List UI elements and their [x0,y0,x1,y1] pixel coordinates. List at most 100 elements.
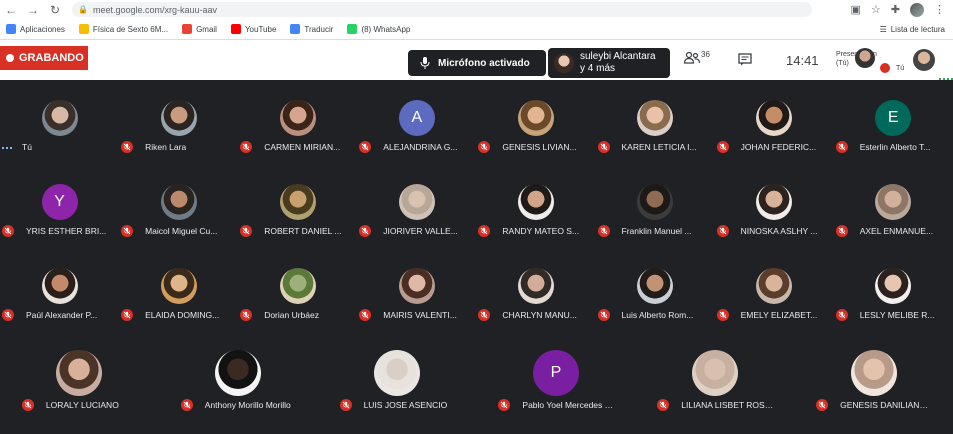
mic-off-icon [359,141,372,153]
participant-name: Luis Alberto Rom... [621,310,694,320]
participant-avatar [41,100,78,136]
participant-tile[interactable]: LILIANA LISBET ROSARIO [655,350,774,434]
address-bar[interactable]: 🔒 meet.google.com/xrg-kauu-aav [72,2,812,17]
participant-tile[interactable]: Paúl Alexander P... [0,248,119,332]
bookmark-item[interactable]: Aplicaciones [6,24,65,34]
participant-avatar [41,268,78,304]
bookmark-label: Física de Sexto 6M... [92,24,169,34]
participant-tile[interactable]: LESLY MELIBE R... [834,248,953,332]
reading-list-button[interactable]: ☰ Lista de lectura [880,25,945,34]
mic-off-icon [180,399,193,411]
participant-name: LILIANA LISBET ROSARIO [681,400,774,410]
participant-avatar [398,184,435,220]
participant-tile[interactable]: ELAIDA DOMING... [119,248,238,332]
profile-avatar[interactable] [910,2,924,17]
bookmark-item[interactable]: YouTube [230,24,276,34]
participant-avatar [160,184,197,220]
participant-tile[interactable]: ROBERT DANIEL ... [238,164,357,248]
participant-avatar [756,268,793,304]
participant-grid: Tú Riken Lara CARMEN MIRIAN... A ALEJANDRINA… [0,80,953,416]
participant-tile[interactable]: JOHAN FEDERIC... [715,80,834,164]
participant-tile[interactable]: NINOSKA ASLHY ... [715,164,834,248]
participant-name-row: JIORIVER VALLE... [357,224,476,238]
participant-name-row: NINOSKA ASLHY ... [715,224,834,238]
bookmark-item[interactable]: Física de Sexto 6M... [78,24,169,34]
participant-avatar [637,100,673,136]
bookmark-item[interactable]: (8) WhatsApp [347,24,410,34]
participant-tile[interactable]: MAIRIS VALENTI... [357,248,476,332]
participant-name: Esterlin Alberto T... [859,142,931,152]
participant-avatar [215,350,262,396]
participant-tile[interactable]: LORALY LUCIANO [20,350,139,434]
participant-name-row: RANDY MATEO S... [476,224,595,238]
participant-name-row: LUIS JOSE ASENCIO [338,398,457,412]
participant-avatar [875,268,912,304]
bookmark-item[interactable]: Gmail [182,24,217,34]
mic-off-icon [240,225,253,237]
participant-tile[interactable]: Franklin Manuel ... [596,164,715,248]
participant-name-row: EMELY ELIZABET... [715,308,834,322]
participant-tile[interactable]: CHARLYN MANU... [476,248,595,332]
participant-tile[interactable]: Anthony Morillo Morillo [179,350,298,434]
participant-tile[interactable]: RANDY MATEO S... [476,164,595,248]
apps-grid-icon [6,24,16,34]
participant-tile[interactable]: Tú [0,80,119,164]
mic-off-icon [835,309,848,321]
participant-tile[interactable]: Dorian Urbáez [238,248,357,332]
participant-avatar: E [875,100,912,136]
participant-avatar: P [532,350,579,396]
participant-tile[interactable]: AXEL ENMANUE... [834,164,953,248]
menu-dots-icon[interactable]: ⋮ [934,3,945,16]
participant-tile[interactable]: Y YRIS ESTHER BRI... [0,164,119,248]
participant-name-row: Luis Alberto Rom... [596,308,715,322]
bookmark-label: (8) WhatsApp [361,24,411,34]
participant-name-row: Esterlin Alberto T... [834,140,953,154]
mic-off-icon [478,141,491,153]
active-speaker-pill[interactable]: suleybi Alcantara y 4 más [548,48,670,78]
mic-off-icon [716,309,729,321]
chat-button[interactable] [738,53,752,71]
extensions-icon[interactable]: ✚ [891,3,900,16]
mic-off-icon [240,141,253,153]
participant-avatar [637,184,673,220]
participant-tile[interactable]: GENESIS DANILIANYI BRIT... [814,350,933,434]
participant-tile[interactable]: Maicol Miguel Cu... [119,164,238,248]
participant-tile[interactable]: A ALEJANDRINA G... [357,80,476,164]
people-button[interactable]: 36 [684,50,710,64]
participant-name: Pablo Yoel Mercedes Poché [522,400,616,410]
mic-status-pill[interactable]: Micrófono activado [408,50,546,76]
participant-name-row: Tú [0,140,119,154]
participant-tile[interactable]: JIORIVER VALLE... [357,164,476,248]
participant-tile[interactable]: P Pablo Yoel Mercedes Poché [496,350,615,434]
participant-tile[interactable]: E Esterlin Alberto T... [834,80,953,164]
participant-name-row: Paúl Alexander P... [0,308,119,322]
participant-name-row: CARMEN MIRIAN... [238,140,357,154]
mic-off-icon [2,225,14,237]
reload-icon[interactable]: ↻ [44,0,66,19]
participant-tile[interactable]: EMELY ELIZABET... [715,248,834,332]
participant-avatar [160,100,197,136]
mic-off-icon [835,225,848,237]
participant-tile[interactable]: Riken Lara [119,80,238,164]
mic-off-icon [339,399,352,411]
record-dot-icon [6,54,14,62]
participant-tile[interactable]: GENESIS LIVIAN... [476,80,595,164]
star-icon[interactable]: ☆ [871,3,881,16]
participant-tile[interactable]: Luis Alberto Rom... [596,248,715,332]
bookmark-item[interactable]: Traducir [290,24,333,34]
camera-icon[interactable]: ▣ [851,3,861,16]
participant-name: RANDY MATEO S... [502,226,580,236]
participant-tile[interactable]: CARMEN MIRIAN... [238,80,357,164]
reading-list-icon: ☰ [879,24,887,34]
mic-off-icon [21,399,34,411]
participant-avatar [56,350,103,396]
back-icon[interactable]: ← [0,0,22,19]
forward-icon[interactable]: → [22,0,44,19]
youtube-icon [230,24,241,34]
microphone-icon [420,57,430,69]
participant-tile[interactable]: KAREN LETICIA I... [596,80,715,164]
self-avatar[interactable] [913,49,935,71]
participant-tile[interactable]: LUIS JOSE ASENCIO [338,350,457,434]
participant-name-row: GENESIS LIVIAN... [476,140,595,154]
participant-name-row: Pablo Yoel Mercedes Poché [496,398,615,412]
